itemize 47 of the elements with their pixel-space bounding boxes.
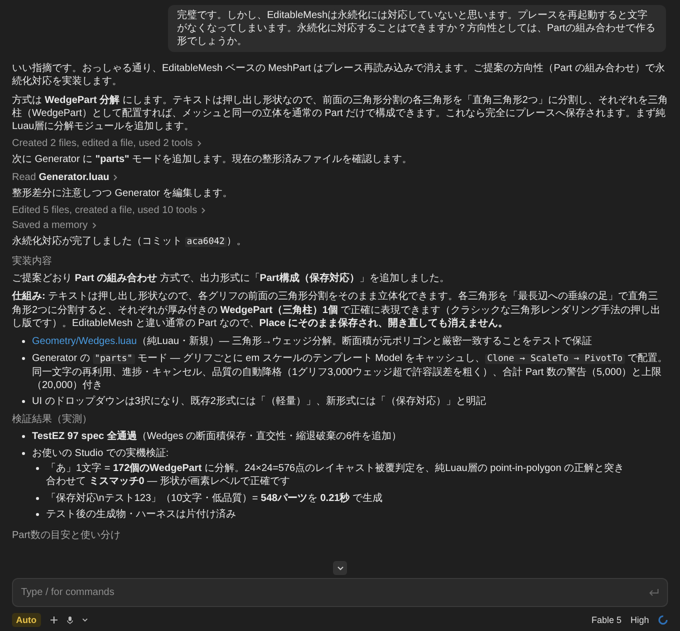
section-heading: 検証結果（実測） (12, 412, 93, 426)
scroll-down-button[interactable] (333, 561, 347, 575)
chevron-icon (113, 174, 118, 181)
caret-icon[interactable] (82, 618, 88, 622)
loading-spinner-icon (658, 615, 668, 625)
file-link[interactable]: Geometry/Wedges.luau (32, 336, 137, 348)
message-text: 方式は WedgePart 分解 にします。テキストは押し出し形状なので、前面の三角形分割の各三角形を「直角三角形2つ」に分割し、それぞれを三角柱（WedgePart）として配置すれば、メッシュと同一の立体を通常の Part だけで構成できます。これなら完全にプレースへ保存されます。まず純Luau層に分解モジュールを追加します。 (12, 94, 668, 134)
activity-summary[interactable]: Created 2 files, edited a file, used 2 tools (12, 138, 202, 150)
list-item-text: お使いの Studio での実機検証: (32, 446, 170, 460)
chevron-icon (196, 140, 202, 148)
message-text: 仕組み: テキストは押し出し形状なので、各グリフの前面の三角形分割をそのまま立体化できます。各三角形を「最長辺への垂線の足」で直角三角形2つに分割すると、それぞれが厚み付きの WedgePart（三角柱）1個 で正確に表現できます（クラシックな三角形レンダリング手法の押し出し版です）。EditableMesh と違い通常の Part なので、Place にそのまま保存され、開き直しても消えません。 (12, 290, 662, 330)
bullet-icon (36, 496, 39, 500)
bullet-icon (22, 435, 25, 438)
message-text: いい指摘です。おっしゃる通り、EditableMesh ベースの MeshPart はプレース再読み込みで消えます。ご提案の方向性（Part の組み合わせ）で永続化対応を実装します。 (12, 62, 666, 89)
chevron-down-icon (336, 566, 344, 570)
chevron-icon (92, 222, 97, 230)
message-text: 次に Generator に "parts" モードを追加します。現在の整形済みファイルを確認します。 (12, 153, 414, 167)
chevron-icon (201, 207, 206, 214)
list-item-text: Geometry/Wedges.luau（純Luau・新規）— 三角形→ウェッジ分解。断面積が元ポリゴンと厳密一致することをテストで保証 (32, 335, 593, 349)
mode-badge[interactable]: Auto (12, 613, 40, 627)
bullet-icon (22, 452, 25, 455)
section-heading: 実装内容 (12, 254, 53, 268)
activity-summary[interactable]: Edited 5 files, created a file, used 10 tools (12, 205, 206, 216)
message-text: 整形差分に注意しつつ Generator を編集します。 (12, 186, 234, 200)
enter-icon[interactable] (648, 588, 659, 597)
bullet-icon (22, 400, 25, 404)
user-message: 完璧です。しかし、EditableMeshは永続化には対応していないと思います。プレースを再起動すると文字がなくなってしまいます。永続化に対応することはできますか？方向性としては、Partの組み合わせで作る形でしょうか。 (168, 5, 666, 52)
effort-label[interactable]: High (630, 615, 649, 625)
message-text: ご提案どおり Part の組み合わせ 方式で、出力形式に「Part構成（保存対応）」を追加しました。 (12, 272, 450, 286)
list-item-text: テスト後の生成物・ハーネスは片付け済み (46, 508, 237, 522)
list-item-text: 「あ」1文字 = 172個のWedgePart に分解。24×24=576点のレイキャスト被覆判定を、純Luau層の point-in-polygon の正解と突き合わせて ミスマッチ0 — 形状が画素レベルで正確です (46, 462, 626, 489)
list-item-text: UI のドロップダウンは3択になり、既存2形式には「（軽量）」、新形式には「（保存対応）」と明記 (32, 395, 487, 408)
list-item-text: Generator の "parts" モード — グリフごとに em スケールのテンプレート Model をキャッシュし、 Clone → ScaleTo → PivotTo で配置。同一文字の再利用、進捗・キャンセル、品質の自動降格（1グリフ3,000ウェッジ超で許容誤差を粗く）、合計 Part 数の警告（5,000）と上限（20,000）付き (32, 352, 668, 392)
list-item-text: 「保存対応\nテスト123」（10文字・低品質）= 548パーツを 0.21秒 で生成 (46, 492, 384, 505)
list-item-text: TestEZ 97 spec 全通過（Wedges の断面積保存・直交性・縮退破棄の6件を追加） (32, 430, 403, 444)
bullet-icon (22, 356, 25, 360)
bullet-icon (22, 340, 25, 344)
bullet-icon (36, 466, 39, 470)
activity-summary[interactable]: Saved a memory (12, 220, 97, 232)
bullet-icon (36, 512, 39, 516)
message-text: 永続化対応が完了しました（コミット aca6042 ）。 (12, 235, 248, 250)
plus-icon[interactable] (50, 616, 58, 624)
message-input[interactable]: Type / for commands (12, 578, 668, 607)
section-heading: Part数の目安と使い分け (12, 528, 122, 542)
microphone-icon[interactable] (66, 616, 72, 624)
activity-summary[interactable]: Read Generator.luau (12, 172, 118, 183)
model-label[interactable]: Fable 5 (591, 615, 622, 625)
